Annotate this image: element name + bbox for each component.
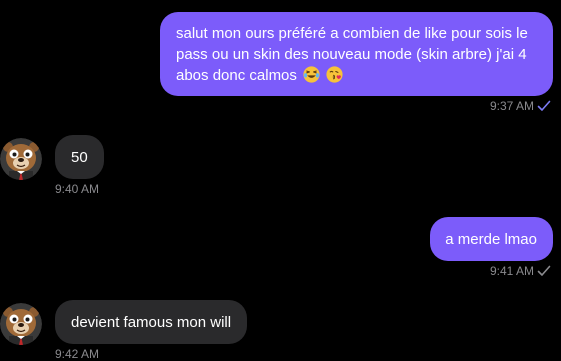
message-timestamp: 9:42 AM: [55, 347, 100, 361]
message-text: a merde lmao: [445, 231, 537, 248]
message-timestamp-row: 9:37 AM: [490, 99, 551, 113]
incoming-message-bubble[interactable]: devient famous mon will: [55, 300, 248, 344]
message-timestamp: 9:40 AM: [55, 182, 100, 196]
message-timestamp-row: 9:40 AM: [55, 182, 99, 196]
message-text: 50: [71, 149, 88, 166]
message-timestamp-row: 9:41 AM: [490, 264, 551, 278]
outgoing-message-bubble[interactable]: a merde lmao: [430, 217, 553, 261]
message-timestamp: 9:41 AM: [489, 264, 534, 278]
bear-avatar-icon: [0, 138, 42, 180]
message-timestamp: 9:37 AM: [489, 99, 534, 113]
message-text: devient famous mon will: [71, 314, 232, 331]
outgoing-message-bubble[interactable]: salut mon ours préféré a combien de like…: [160, 12, 553, 96]
incoming-message-bubble[interactable]: 50: [55, 135, 104, 179]
kissing-heart-emoji-icon: [326, 66, 343, 83]
bear-avatar[interactable]: [0, 303, 42, 345]
check-icon: [537, 265, 551, 276]
laughing-tears-emoji-icon: [303, 66, 320, 83]
message-timestamp-row: 9:42 AM: [55, 347, 99, 361]
message-text-segment: abos donc calmos: [176, 67, 297, 84]
message-text-line: pass ou un skin des nouveau mode (skin a…: [176, 46, 527, 63]
message-text-line: abos donc calmos: [176, 65, 539, 86]
message-text-line: salut mon ours préféré a combien de like…: [176, 25, 528, 42]
bear-avatar[interactable]: [0, 138, 42, 180]
check-icon: [537, 100, 551, 111]
bear-avatar-icon: [0, 303, 42, 345]
